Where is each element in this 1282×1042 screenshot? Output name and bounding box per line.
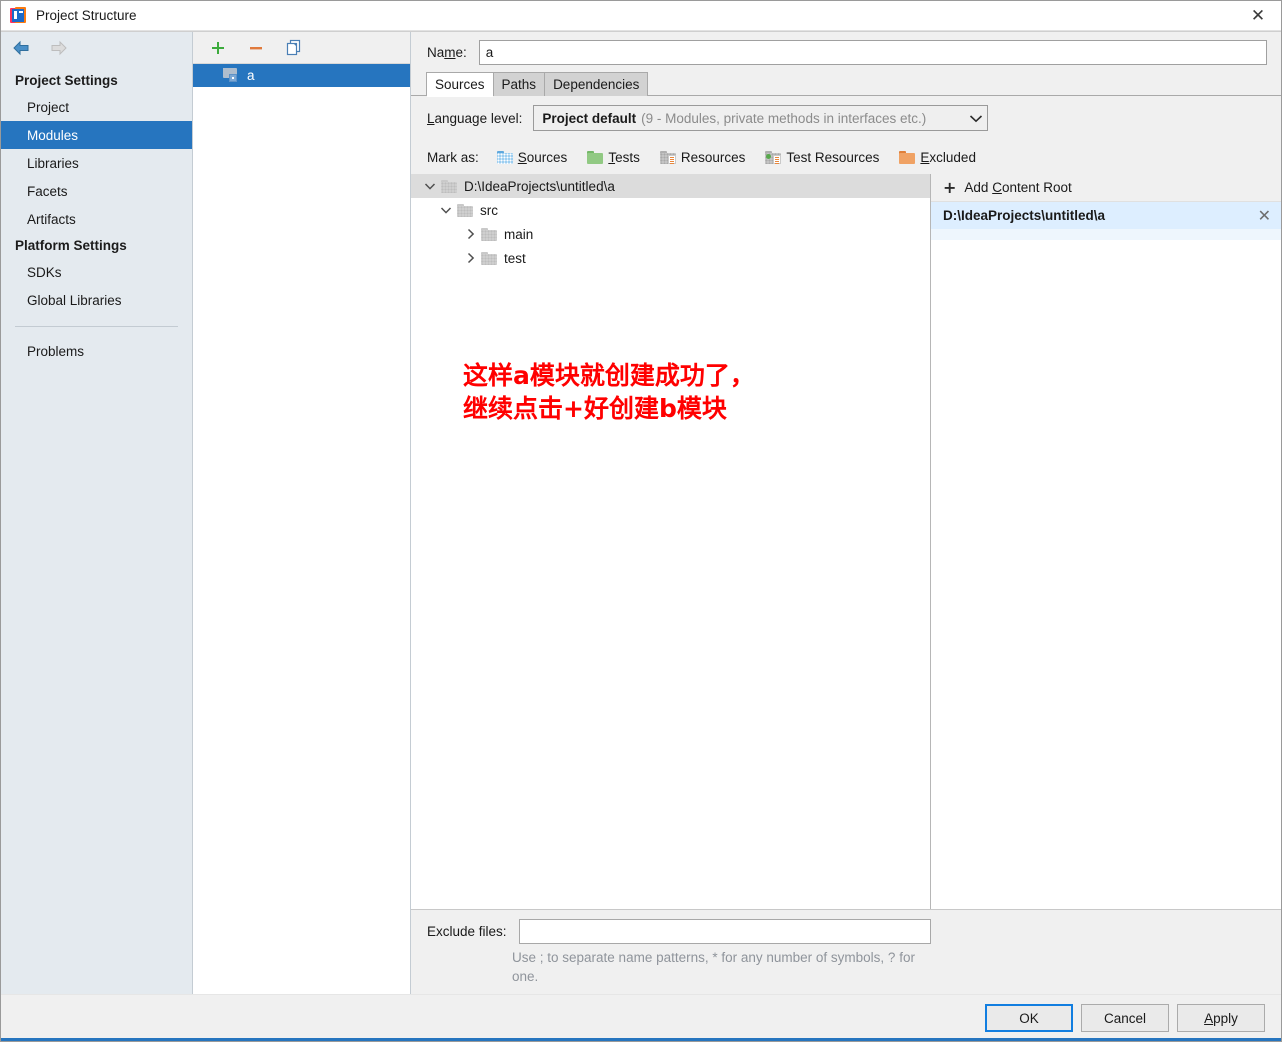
apply-button[interactable]: Apply (1177, 1004, 1265, 1032)
tree-row-test[interactable]: test (411, 246, 930, 270)
sidebar-item-global-libraries[interactable]: Global Libraries (1, 286, 192, 314)
sources-folder-icon (496, 150, 513, 164)
mark-as-label: Mark as: (427, 149, 479, 165)
copy-module-button[interactable] (283, 37, 305, 59)
module-editor: Name: a Sources Paths Dependencies Langu… (411, 32, 1281, 994)
modules-toolbar (193, 32, 410, 64)
module-list-item-a[interactable]: a (193, 64, 410, 87)
cancel-button[interactable]: Cancel (1081, 1004, 1169, 1032)
folder-icon (441, 179, 457, 193)
back-arrow-icon[interactable] (11, 39, 33, 57)
footer-accent-bar (1, 1038, 1281, 1041)
language-level-select[interactable]: Project default (9 - Modules, private me… (533, 105, 989, 131)
module-list-item-label: a (247, 68, 255, 83)
sidebar-item-problems[interactable]: Problems (1, 337, 192, 365)
dialog-footer: http://blog.csdn.net/sinat_34644123 OK C… (1, 994, 1281, 1041)
excluded-folder-icon (899, 150, 916, 164)
intellij-idea-logo-icon (10, 7, 27, 24)
module-tabs: Sources Paths Dependencies (411, 72, 1281, 97)
folder-icon (481, 227, 497, 241)
language-level-value: Project default (542, 110, 637, 126)
source-folders-tree: D:\IdeaProjects\untitled\a src main test… (411, 174, 930, 909)
source-folders-tree-pane: D:\IdeaProjects\untitled\a src main test… (411, 174, 931, 909)
mark-as-resources-button[interactable]: Resources (659, 149, 746, 165)
content-root-item[interactable]: D:\IdeaProjects\untitled\a ✕ (931, 202, 1281, 229)
chevron-down-icon (959, 114, 983, 123)
mark-as-resources-label: Resources (680, 149, 746, 165)
exclude-files-row: Exclude files: (411, 918, 1281, 944)
tree-row-main[interactable]: main (411, 222, 930, 246)
add-content-root-label: Add Content Root (964, 180, 1072, 195)
forward-arrow-icon (47, 39, 69, 57)
add-content-root-button[interactable]: + Add Content Root (931, 174, 1281, 202)
tab-paths[interactable]: Paths (492, 72, 546, 96)
exclude-files-label: Exclude files: (427, 923, 507, 939)
title-bar: Project Structure ✕ (1, 1, 1281, 31)
module-icon (223, 68, 240, 83)
tree-node-label: main (504, 226, 534, 242)
sidebar-divider (15, 326, 178, 327)
resources-folder-icon (659, 150, 676, 164)
mark-as-test-resources-label: Test Resources (786, 149, 880, 165)
nav-arrows (1, 32, 192, 64)
add-module-button[interactable] (207, 37, 229, 59)
remove-module-button[interactable] (245, 37, 267, 59)
tab-sources[interactable]: Sources (426, 72, 494, 97)
content-root-strip (931, 229, 1281, 240)
tree-node-label: src (480, 202, 498, 218)
mark-as-tests-label: Tests (608, 149, 640, 165)
tree-node-label: test (504, 250, 526, 266)
sidebar-item-artifacts[interactable]: Artifacts (1, 205, 192, 233)
sidebar-item-project[interactable]: Project (1, 93, 192, 121)
chevron-down-icon[interactable] (419, 182, 441, 191)
sidebar-group-platform-settings: Platform Settings (15, 238, 127, 253)
module-name-row: Name: a (411, 32, 1281, 72)
language-level-row: Language level: Project default (9 - Mod… (411, 96, 1281, 140)
settings-nav-list: Project Settings Project Modules Librari… (1, 64, 192, 365)
modules-list-panel: a (193, 32, 411, 994)
mark-as-excluded-label: Excluded (920, 149, 976, 165)
test-resources-folder-icon (765, 150, 782, 164)
mark-as-tests-button[interactable]: Tests (587, 150, 640, 165)
mark-as-toolbar: Mark as: Sources Tests Resources Test Re… (411, 140, 1281, 174)
tab-dependencies[interactable]: Dependencies (544, 72, 649, 96)
close-icon[interactable]: ✕ (1235, 1, 1281, 31)
sidebar-item-facets[interactable]: Facets (1, 177, 192, 205)
module-name-input[interactable]: a (478, 39, 1267, 65)
plus-icon: + (943, 177, 957, 197)
exclude-files-hint: Use ; to separate name patterns, * for a… (512, 949, 915, 984)
language-level-label: Language level: (427, 110, 523, 126)
sidebar-group-project-settings: Project Settings (15, 73, 118, 88)
mark-as-sources-button[interactable]: Sources (496, 149, 568, 165)
sidebar-item-sdks[interactable]: SDKs (1, 258, 192, 286)
settings-sidebar: Project Settings Project Modules Librari… (1, 32, 193, 994)
content-roots-pane: + Add Content Root D:\IdeaProjects\untit… (931, 174, 1281, 909)
chevron-right-icon[interactable] (459, 228, 481, 240)
mark-as-test-resources-button[interactable]: Test Resources (765, 150, 879, 165)
sidebar-item-libraries[interactable]: Libraries (1, 149, 192, 177)
mark-as-excluded-button[interactable]: Excluded (899, 150, 976, 165)
exclude-files-area: Exclude files: Use ; to separate name pa… (411, 908, 1281, 994)
folder-icon (457, 203, 473, 217)
language-level-description: (9 - Modules, private methods in interfa… (641, 110, 927, 126)
chevron-down-icon[interactable] (435, 206, 457, 215)
dialog-body: Project Settings Project Modules Librari… (1, 31, 1281, 994)
tests-folder-icon (587, 150, 604, 164)
chevron-right-icon[interactable] (459, 252, 481, 264)
sources-content-split: D:\IdeaProjects\untitled\a src main test… (411, 174, 1281, 909)
tree-row-root[interactable]: D:\IdeaProjects\untitled\a (411, 174, 930, 198)
module-name-label: Name: (427, 44, 467, 60)
annotation-text: 这样a模块就创建成功了， 继续点击+好创建b模块 (463, 361, 755, 424)
tree-row-src[interactable]: src (411, 198, 930, 222)
sidebar-item-modules[interactable]: Modules (1, 121, 192, 149)
exclude-files-input[interactable] (518, 918, 931, 944)
close-icon[interactable]: ✕ (1258, 206, 1271, 225)
mark-as-sources-label: Sources (517, 149, 568, 165)
window-title: Project Structure (36, 8, 137, 23)
folder-icon (481, 251, 497, 265)
content-root-path: D:\IdeaProjects\untitled\a (943, 208, 1106, 223)
ok-button[interactable]: OK (985, 1004, 1073, 1032)
project-structure-dialog: Project Structure ✕ Project Settings Pro… (0, 0, 1282, 1042)
tree-root-label: D:\IdeaProjects\untitled\a (464, 178, 615, 194)
